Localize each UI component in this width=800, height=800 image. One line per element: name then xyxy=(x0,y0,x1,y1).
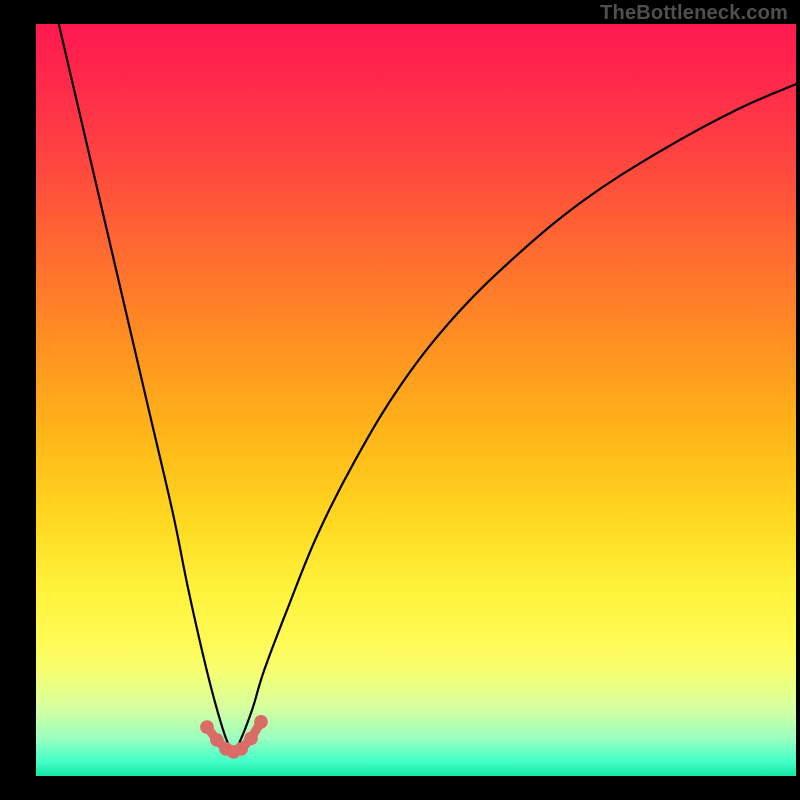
near-minimum-dot xyxy=(244,732,258,746)
near-minimum-dot xyxy=(254,715,268,729)
near-minimum-dot xyxy=(200,720,214,734)
bottleneck-curve xyxy=(59,24,796,752)
near-minimum-dot xyxy=(234,742,248,756)
outer-frame: TheBottleneck.com xyxy=(0,0,800,800)
chart-svg xyxy=(0,0,800,800)
